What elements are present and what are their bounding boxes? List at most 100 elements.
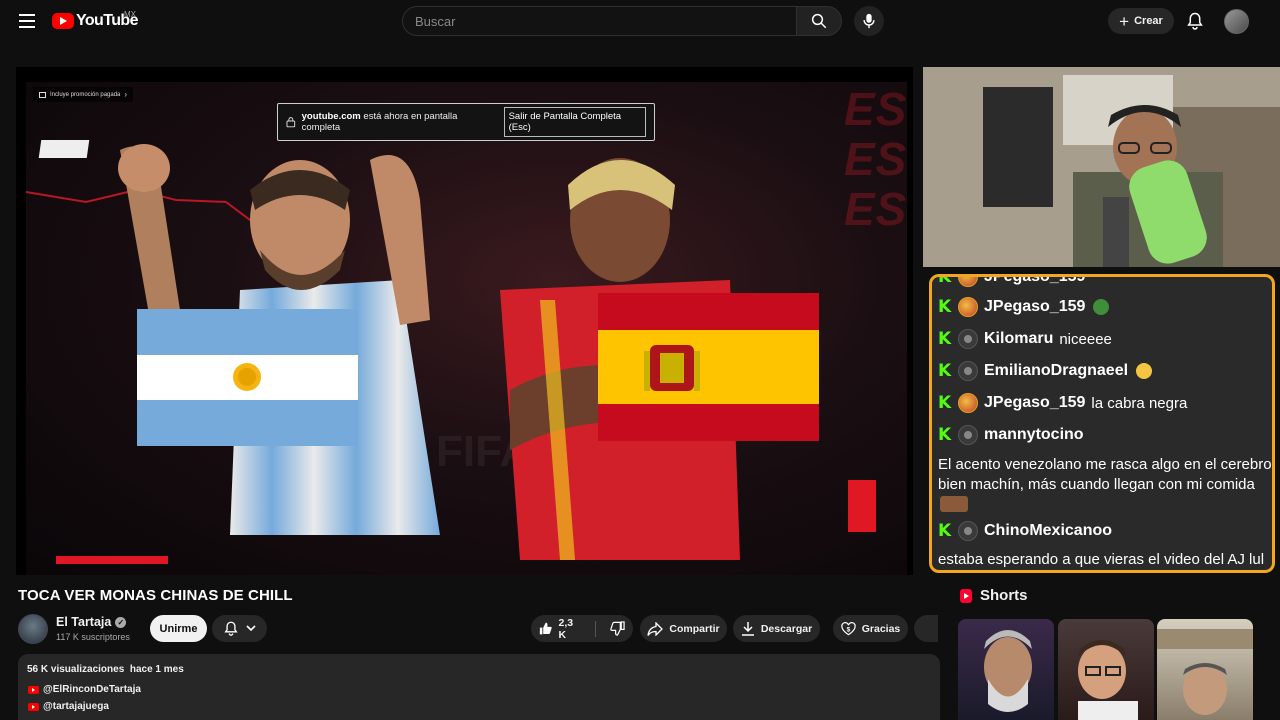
short-thumbnail[interactable] [1058, 619, 1154, 720]
svg-text:$: $ [846, 626, 850, 633]
short-thumbnail-image [984, 630, 1032, 712]
thanks-button[interactable]: $ Gracias [833, 615, 908, 642]
chat-username: mannytocino [984, 426, 1084, 443]
description-link[interactable]: @ElRinconDeTartaja [28, 684, 141, 695]
food-emote-icon [940, 496, 968, 513]
youtube-mini-icon [28, 685, 39, 694]
channel-handle[interactable]: @tartajajuega [43, 701, 109, 712]
channel-name-row[interactable]: El Tartaja ✓ [56, 615, 127, 629]
chat-text: niceeee [1059, 330, 1112, 348]
toast-domain: youtube.com [301, 111, 361, 122]
chevron-right-icon: › [124, 90, 128, 99]
kick-badge-icon: K [938, 274, 952, 287]
exit-fullscreen-button[interactable]: Salir de Pantalla Completa (Esc) [503, 107, 646, 137]
view-count: 56 K visualizaciones [27, 664, 125, 675]
voice-search-button[interactable] [854, 6, 884, 36]
chat-text: El acento venezolano me rasca algo en el… [938, 456, 1272, 493]
frog-emote-icon [1093, 299, 1110, 315]
heart-dollar-icon: $ [841, 621, 856, 635]
upload-date: hace 1 mes [129, 664, 184, 675]
channel-avatar[interactable] [18, 614, 48, 644]
notifications-button[interactable] [1184, 10, 1206, 32]
search-input[interactable] [415, 13, 797, 29]
thanks-label: Gracias [861, 622, 901, 635]
kick-badge-icon: K [938, 297, 952, 317]
plus-icon: + [1119, 11, 1130, 31]
verified-icon: ✓ [115, 616, 127, 628]
webcam-scene [923, 67, 1280, 267]
chat-username: JPegaso_159 [984, 298, 1086, 315]
user-default-icon [958, 425, 978, 445]
paid-promotion-chip[interactable]: Incluye promoción pagada › [33, 87, 134, 102]
short-thumbnail-image [1157, 629, 1253, 715]
create-button[interactable]: + Crear [1108, 8, 1174, 34]
like-button[interactable]: 2,3 K [531, 615, 589, 642]
top-bar: YouTube MX + Crear [0, 0, 1280, 44]
fullscreen-toast: youtube.com está ahora en pantalla compl… [277, 103, 655, 141]
kick-badge-icon: K [938, 393, 952, 413]
kick-badge-icon: K [938, 329, 952, 349]
avatar [958, 277, 978, 287]
kick-chat-overlay: K JPegaso_159 K JPegaso_159 K Kilomaru n… [929, 274, 1275, 573]
chat-username: JPegaso_159 [984, 394, 1086, 411]
youtube-mini-icon [28, 702, 39, 711]
short-thumbnail-image [1078, 640, 1138, 720]
account-avatar[interactable] [1224, 9, 1249, 34]
download-label: Descargar [760, 622, 813, 635]
join-button[interactable]: Unirme [150, 615, 207, 642]
bell-icon [1187, 12, 1203, 30]
argentina-flag [137, 309, 358, 446]
more-actions-button[interactable] [914, 615, 938, 642]
like-dislike-group: 2,3 K [531, 615, 633, 642]
user-default-icon [958, 329, 978, 349]
shorts-header: Shorts [960, 587, 1028, 604]
subscribed-notifications-button[interactable] [212, 615, 267, 642]
share-icon [647, 621, 664, 636]
user-default-icon [958, 521, 978, 541]
chat-message: K EmilianoDragnaeel [938, 361, 1153, 381]
subscriber-count: 117 K suscriptores [56, 632, 130, 642]
logo-country: MX [124, 10, 136, 19]
video-title: TOCA VER MONAS CHINAS DE CHILL [18, 587, 293, 604]
kick-badge-icon: K [938, 425, 952, 445]
channel-handle[interactable]: @ElRinconDeTartaja [43, 684, 141, 695]
description-link[interactable]: @tartajajuega [28, 701, 109, 712]
streamer-webcam [923, 67, 1280, 267]
channel-name[interactable]: El Tartaja [56, 615, 111, 629]
shorts-icon [960, 588, 972, 603]
spain-flag [598, 293, 819, 441]
chat-message: K JPegaso_159 la cabra negra [938, 393, 1187, 413]
thumbs-up-icon [539, 622, 552, 635]
avatar [958, 297, 978, 317]
search-icon [811, 13, 827, 29]
chevron-down-icon [245, 625, 256, 632]
short-thumbnail[interactable] [958, 619, 1054, 720]
like-count: 2,3 K [558, 616, 574, 641]
description-meta: 56 K visualizaciones hace 1 mes [27, 664, 184, 675]
kick-badge-icon: K [938, 361, 952, 381]
chat-username: ChinoMexicanoo [984, 522, 1113, 539]
red-bar-accent [848, 480, 876, 532]
chat-message: K Kilomaru niceeee [938, 329, 1112, 349]
bell-icon [223, 621, 238, 636]
short-thumbnail[interactable] [1157, 619, 1253, 720]
promo-label: Incluye promoción pagada [50, 91, 121, 98]
search-button[interactable] [796, 6, 842, 36]
share-label: Compartir [669, 622, 720, 635]
chat-message: K ChinoMexicanoo [938, 521, 1118, 541]
chat-message-partial: K JPegaso_159 [938, 274, 1091, 287]
chat-long-message: El acento venezolano me rasca algo en el… [938, 455, 1272, 514]
download-button[interactable]: Descargar [733, 615, 820, 642]
microphone-icon [863, 13, 875, 29]
user-default-icon [958, 361, 978, 381]
chat-username: Kilomaru [984, 330, 1054, 347]
chat-username: JPegaso_159 [984, 274, 1086, 285]
dislike-button[interactable] [602, 615, 633, 642]
share-button[interactable]: Compartir [640, 615, 727, 642]
create-label: Crear [1134, 15, 1163, 27]
thinking-emote-icon [1136, 363, 1153, 379]
menu-icon[interactable] [14, 10, 40, 32]
chat-username: EmilianoDragnaeel [984, 362, 1129, 379]
divider [595, 620, 596, 637]
chat-last-text: estaba esperando a que vieras el video d… [938, 551, 1265, 568]
